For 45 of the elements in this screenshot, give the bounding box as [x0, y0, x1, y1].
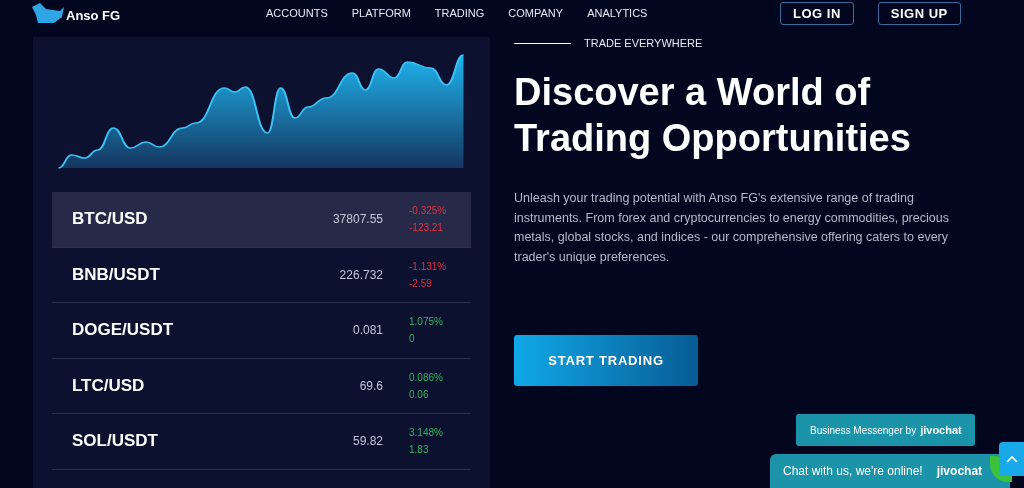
change-value: -123.21 [409, 222, 444, 234]
auth-button[interactable]: LOG IN [780, 1, 854, 25]
chat-brand: jivochat [936, 464, 983, 478]
market-row[interactable]: BNB/USDT 226.732 -1.131% -2.59 [52, 247, 471, 303]
market-price: 69.6 [358, 378, 383, 393]
chevron-up-icon [1005, 455, 1018, 463]
market-row[interactable]: BTC/USD 37807.55 -0.325% -123.21 [52, 192, 471, 248]
change-percent: 3.148% [409, 427, 444, 439]
chat-label: Chat with us, we're online! [783, 464, 923, 478]
eyebrow-text: TRADE EVERYWHERE [584, 37, 703, 49]
market-row[interactable]: DOGE/USDT 0.081 1.075% 0 [52, 303, 471, 359]
nav-link[interactable]: COMPANY [508, 7, 564, 19]
market-symbol: DOGE/USDT [72, 320, 175, 341]
change-value: 0.06 [409, 388, 430, 400]
market-symbol: BNB/USDT [72, 264, 161, 285]
tooltip-brand: jivochat [920, 424, 962, 436]
market-symbol: BTC/USD [72, 209, 149, 230]
market-price: 0.081 [351, 323, 383, 338]
market-symbol: SOL/USDT [72, 431, 159, 452]
start-trading-button[interactable]: START TRADING [514, 335, 698, 386]
auth-button[interactable]: SIGN UP [877, 1, 961, 25]
hero-description: Unleash your trading potential with Anso FG's extensive range of trading instruments. From forex and cryptocurrencies to energy commodities, precious metals, global stocks, and indices - our comprehensive offering caters to every trader's unique preferences. [514, 190, 950, 266]
market-row[interactable]: SOL/USDT 59.82 3.148% 1.83 [52, 414, 471, 470]
nav-link[interactable]: TRADING [434, 7, 485, 19]
logo-icon [32, 3, 64, 23]
change-value: -2.59 [409, 277, 433, 289]
hero-title: Discover a World of Trading Opportunities [514, 70, 912, 161]
change-percent: -0.325% [409, 205, 448, 217]
change-percent: 0.086% [409, 371, 444, 383]
scroll-top-button[interactable] [999, 442, 1024, 476]
brand-name: Anso FG [66, 8, 121, 23]
change-percent: 1.075% [409, 316, 444, 328]
market-price: 37807.55 [331, 212, 383, 227]
nav-link[interactable]: ANALYTICS [587, 7, 648, 19]
market-row[interactable]: LTC/USD 69.6 0.086% 0.06 [52, 358, 471, 414]
market-price: 226.732 [338, 267, 383, 282]
market-symbol: LTC/USD [72, 375, 146, 396]
market-price: 59.82 [351, 434, 383, 449]
change-value: 1.83 [409, 444, 430, 456]
change-percent: -1.131% [409, 260, 448, 272]
tooltip-text: Business Messenger by [810, 424, 917, 436]
nav-link[interactable]: PLATFORM [351, 7, 411, 19]
chat-widget[interactable]: Chat with us, we're online! jivochat [770, 454, 1010, 488]
nav-link[interactable]: ACCOUNTS [266, 7, 328, 19]
change-value: 0 [409, 333, 416, 345]
